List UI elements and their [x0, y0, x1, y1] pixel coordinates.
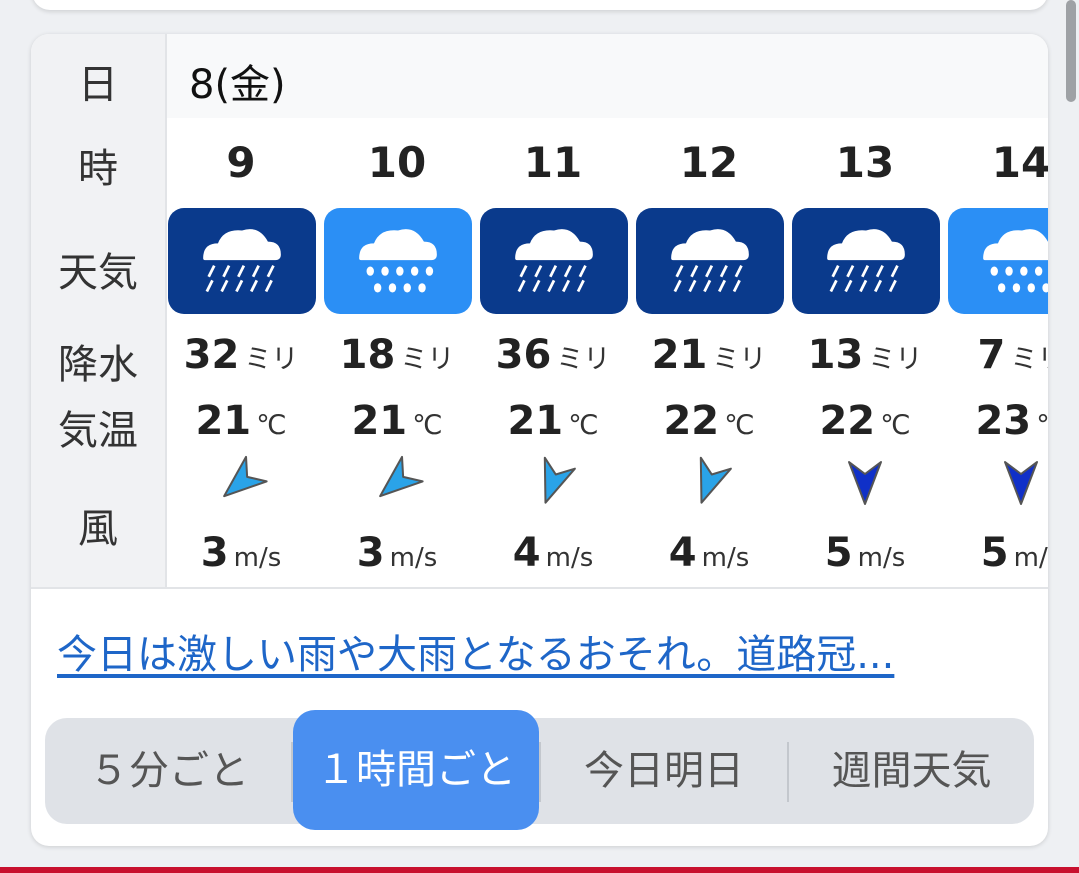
label-hour: 時 [78, 146, 118, 192]
temp-value: 21 ℃ [351, 398, 443, 444]
previous-card [32, 0, 1048, 10]
hourly-grid[interactable]: 9 32 ミリ 21 ℃ 3 m/s 10 18 ミリ 21 ℃ 3 m/s 1… [167, 118, 1048, 587]
hour-column: 13 13 ミリ 22 ℃ 5 m/s [791, 118, 940, 587]
hour-column: 10 18 ミリ 21 ℃ 3 m/s [323, 118, 472, 587]
precip-value: 21 ミリ [651, 332, 767, 378]
precip-value: 13 ミリ [807, 332, 923, 378]
date-row: 8(金) [167, 34, 1048, 118]
wind-speed: 4 m/s [668, 530, 750, 576]
hour-column: 9 32 ミリ 21 ℃ 3 m/s [167, 118, 316, 587]
hour-column: 11 36 ミリ 21 ℃ 4 m/s [479, 118, 628, 587]
temp-value: 23 ℃ [975, 398, 1048, 444]
heavy-rain-icon [480, 208, 628, 314]
row-labels: 日 時 天気 降水 気温 風 [31, 34, 167, 587]
footer-accent-bar [0, 867, 1079, 873]
rain-icon [948, 208, 1048, 314]
wind-arrow-icon [699, 456, 732, 504]
hour-label: 11 [523, 138, 583, 187]
hour-label: 13 [835, 138, 895, 187]
precip-value: 36 ミリ [495, 332, 611, 378]
temp-value: 21 ℃ [507, 398, 599, 444]
tab-weekly[interactable]: 週間天気 [789, 718, 1034, 824]
heavy-rain-icon [168, 208, 316, 314]
rain-icon [324, 208, 472, 314]
headline-link[interactable]: 今日は激しい雨や大雨となるおそれ。道路冠... [57, 622, 894, 680]
wind-arrow-icon [1004, 461, 1038, 505]
divider [31, 587, 1048, 589]
wind-speed: 4 m/s [512, 530, 594, 576]
hour-label: 12 [679, 138, 739, 187]
precip-value: 7 ミリ [977, 332, 1048, 378]
wind-speed: 3 m/s [356, 530, 438, 576]
precip-value: 18 ミリ [339, 332, 455, 378]
wind-arrow-icon [848, 461, 882, 505]
tab-hourly[interactable]: １時間ごと [293, 710, 539, 830]
hour-label: 9 [226, 138, 256, 187]
label-weather: 天気 [58, 250, 138, 296]
hour-column: 14 7 ミリ 23 ℃ 5 m/s [947, 118, 1048, 587]
wind-arrow-icon [543, 456, 576, 504]
hour-label: 14 [991, 138, 1048, 187]
wind-speed: 5 m/s [824, 530, 906, 576]
tab-5min[interactable]: ５分ごと [45, 718, 293, 824]
wind-speed: 5 m/s [980, 530, 1048, 576]
temp-value: 22 ℃ [819, 398, 911, 444]
wind-speed: 3 m/s [200, 530, 282, 576]
heavy-rain-icon [636, 208, 784, 314]
temp-value: 22 ℃ [663, 398, 755, 444]
label-day: 日 [78, 62, 118, 108]
heavy-rain-icon [792, 208, 940, 314]
interval-tabs: ５分ごと １時間ごと 今日明日 週間天気 [45, 710, 1034, 830]
hour-label: 10 [367, 138, 427, 187]
precip-value: 32 ミリ [183, 332, 299, 378]
hour-column: 12 21 ミリ 22 ℃ 4 m/s [635, 118, 784, 587]
label-precip: 降水 [58, 342, 138, 388]
scrollbar[interactable] [1066, 0, 1076, 102]
date-label: 8(金) [189, 62, 286, 108]
label-wind: 風 [78, 506, 118, 552]
wind-arrow-icon [379, 455, 424, 498]
wind-arrow-icon [223, 455, 268, 498]
hourly-forecast-card: 日 時 天気 降水 気温 風 8(金) 9 32 ミリ 21 ℃ 3 m/s 1… [31, 34, 1048, 846]
label-temp: 気温 [58, 408, 138, 454]
temp-value: 21 ℃ [195, 398, 287, 444]
tab-today-tomorrow[interactable]: 今日明日 [541, 718, 787, 824]
